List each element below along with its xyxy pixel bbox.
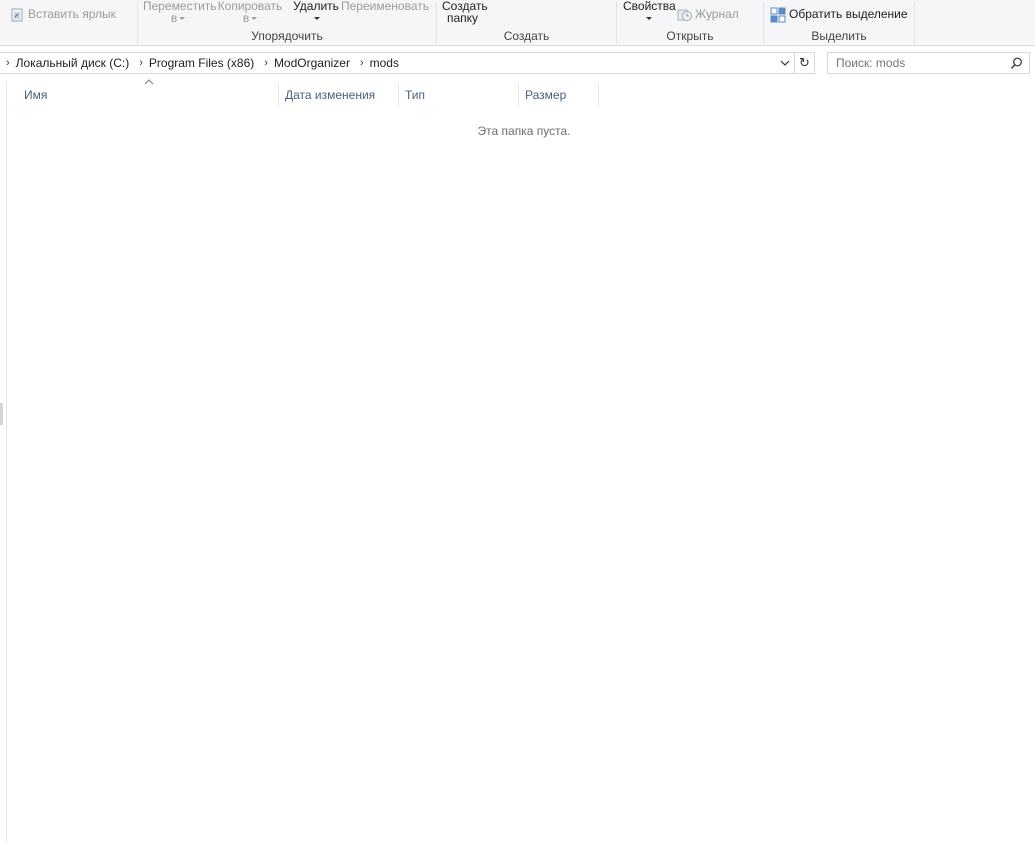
refresh-button[interactable]: ↻ bbox=[795, 52, 815, 74]
invert-selection-label: Обратить выделение bbox=[789, 7, 908, 22]
history-icon bbox=[677, 9, 692, 21]
address-row: › Локальный диск (C:) › Program Files (x… bbox=[0, 46, 1035, 82]
search-icon[interactable] bbox=[1010, 57, 1023, 70]
chevron-right-icon[interactable]: › bbox=[6, 57, 10, 69]
search-box[interactable] bbox=[827, 52, 1030, 74]
rename-button[interactable]: Переименовать bbox=[341, 0, 429, 12]
chevron-down-icon bbox=[314, 17, 320, 21]
copy-to-label: Копировать bbox=[217, 0, 283, 13]
copy-to-label-2: в bbox=[242, 11, 250, 25]
column-headers: Имя Дата изменения Тип Размер bbox=[0, 84, 600, 106]
properties-label: Свойства bbox=[623, 0, 676, 13]
move-to-label: Переместить bbox=[143, 0, 217, 13]
column-header-size[interactable]: Размер bbox=[519, 84, 598, 106]
delete-button[interactable]: Удалить bbox=[293, 0, 339, 24]
chevron-right-icon[interactable]: › bbox=[264, 57, 268, 69]
open-group-label: Открыть bbox=[666, 29, 714, 43]
column-header-type[interactable]: Тип bbox=[399, 84, 518, 106]
file-list-pane[interactable] bbox=[0, 82, 1035, 842]
delete-label: Удалить bbox=[293, 0, 339, 13]
chevron-right-icon[interactable]: › bbox=[139, 57, 143, 69]
new-folder-label-2: папку bbox=[447, 11, 479, 25]
ribbon: Вставить ярлык Переместить в Копировать … bbox=[0, 0, 1035, 46]
address-bar[interactable]: › Локальный диск (C:) › Program Files (x… bbox=[0, 52, 795, 74]
navigation-pane-border bbox=[6, 82, 7, 842]
navigation-pane-splitter[interactable] bbox=[0, 403, 3, 425]
open-group: Свойства Журнал Открыть bbox=[617, 0, 763, 46]
breadcrumb-mods[interactable]: mods bbox=[370, 56, 399, 70]
invert-selection-button[interactable]: Обратить выделение bbox=[770, 7, 908, 23]
select-group: Обратить выделение Выделить bbox=[764, 0, 914, 46]
properties-button[interactable]: Свойства bbox=[623, 0, 676, 24]
breadcrumb-program-files[interactable]: Program Files (x86) bbox=[149, 56, 254, 70]
new-group-label: Создать bbox=[503, 29, 550, 43]
new-folder-button[interactable]: Создать папку bbox=[442, 0, 488, 24]
history-label: Журнал bbox=[695, 7, 739, 22]
breadcrumb-modorganizer[interactable]: ModOrganizer bbox=[274, 56, 350, 70]
history-button[interactable]: Журнал bbox=[677, 8, 739, 22]
chevron-right-icon[interactable]: › bbox=[360, 57, 364, 69]
paste-shortcut-label: Вставить ярлык bbox=[28, 7, 116, 22]
copy-to-button[interactable]: Копировать в bbox=[216, 0, 284, 24]
move-to-button[interactable]: Переместить в bbox=[143, 0, 217, 25]
clipboard-group: Вставить ярлык bbox=[0, 0, 137, 46]
chevron-down-icon bbox=[646, 17, 652, 21]
search-input[interactable] bbox=[836, 56, 1001, 70]
organize-group-label: Упорядочить bbox=[251, 29, 323, 43]
refresh-icon: ↻ bbox=[799, 55, 810, 70]
chevron-down-icon bbox=[251, 17, 258, 21]
invert-selection-icon bbox=[770, 7, 786, 23]
breadcrumb-local-disk[interactable]: Локальный диск (C:) bbox=[16, 56, 130, 70]
rename-label: Переименовать bbox=[341, 0, 429, 13]
paste-shortcut-icon bbox=[11, 8, 23, 22]
paste-shortcut-button[interactable]: Вставить ярлык bbox=[10, 8, 116, 22]
move-to-label-2: в bbox=[170, 11, 178, 25]
address-history-dropdown-icon[interactable] bbox=[778, 56, 792, 70]
empty-folder-message: Эта папка пуста. bbox=[477, 124, 571, 138]
chevron-down-icon bbox=[179, 17, 186, 21]
column-header-name[interactable]: Имя bbox=[18, 84, 278, 106]
new-group: Создать папку Создать bbox=[437, 0, 616, 46]
select-group-label: Выделить bbox=[811, 29, 867, 43]
column-header-date-modified[interactable]: Дата изменения bbox=[279, 84, 398, 106]
organize-group: Переместить в Копировать в Удалить Переи… bbox=[138, 0, 436, 46]
column-divider[interactable] bbox=[598, 84, 599, 106]
